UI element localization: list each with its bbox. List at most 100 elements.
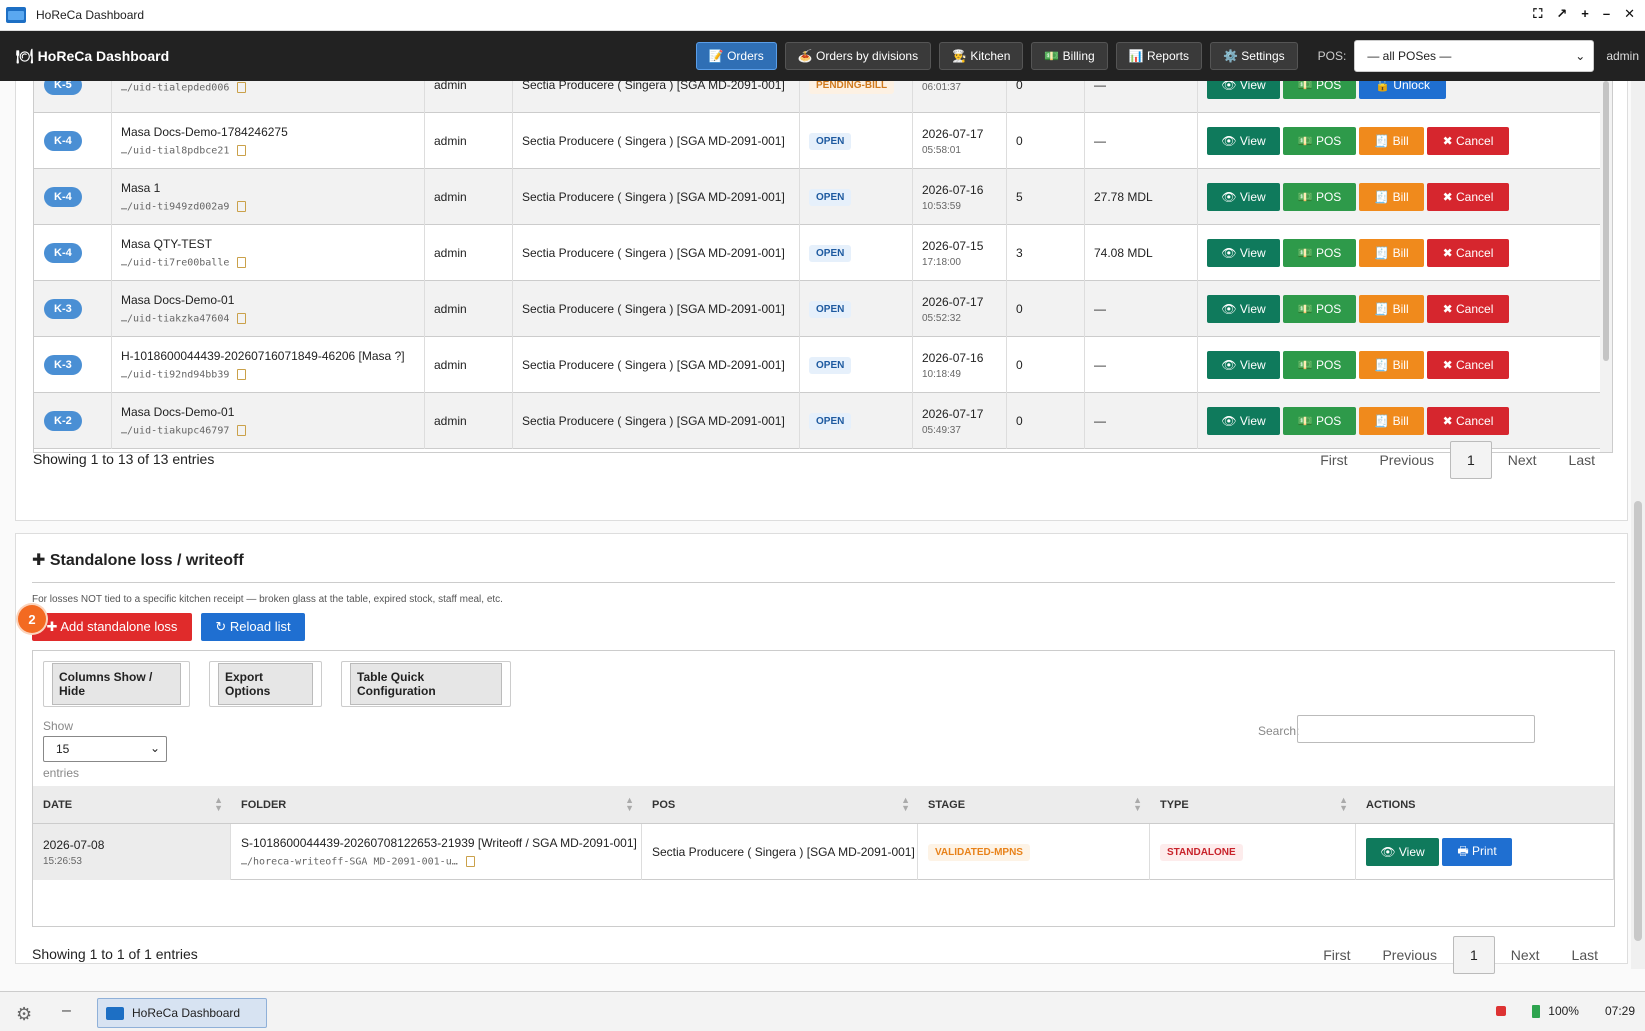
bill-button[interactable]: 🧾 Bill xyxy=(1359,183,1424,211)
copy-clipboard-icon[interactable] xyxy=(237,313,247,325)
view-button[interactable]: 👁 View xyxy=(1207,295,1280,323)
pos-button[interactable]: 💵 POS xyxy=(1283,351,1356,379)
scrollbar-thumb[interactable] xyxy=(1603,81,1609,361)
fullscreen-icon[interactable]: ⛶ xyxy=(1533,6,1542,22)
pos-button[interactable]: 💵 POS xyxy=(1283,81,1356,99)
cell-qty: 0 xyxy=(1007,113,1085,169)
bill-button[interactable]: 🧾 Bill xyxy=(1359,127,1424,155)
export-options-button[interactable]: Export Options xyxy=(218,663,313,705)
kitchen-badge: K-5 xyxy=(44,81,82,95)
header-type[interactable]: TYPE ▲ ▼ xyxy=(1150,786,1356,824)
search-input[interactable] xyxy=(1297,715,1535,743)
nav-settings[interactable]: ⚙️ Settings xyxy=(1209,42,1298,70)
unlock-button[interactable]: 🔓 Unlock xyxy=(1359,81,1446,99)
kitchen-badge: K-4 xyxy=(44,131,82,151)
pos-button[interactable]: 💵 POS xyxy=(1283,295,1356,323)
view-button[interactable]: 👁 View xyxy=(1207,351,1280,379)
view-button[interactable]: 👁 View xyxy=(1207,239,1280,267)
system-tray: 100% 07:29 xyxy=(1496,1004,1635,1019)
pos-button[interactable]: 💵 POS xyxy=(1283,127,1356,155)
table-row: K-4 Masa Docs-Demo-1784246275 …/uid-tial8p… xyxy=(34,113,1602,169)
pos-select[interactable]: — all POSes — ⌄ xyxy=(1354,40,1595,72)
view-button[interactable]: 👁 View xyxy=(1207,183,1280,211)
copy-clipboard-icon[interactable] xyxy=(237,145,247,157)
add-standalone-loss-button[interactable]: ✚ Add standalone loss xyxy=(32,613,192,641)
page-first[interactable]: First xyxy=(1304,441,1363,479)
window-titlebar: HoReCa Dashboard ⛶ ↗ + – ✕ xyxy=(0,0,1645,31)
page-1[interactable]: 1 xyxy=(1449,441,1492,479)
bill-button[interactable]: 🧾 Bill xyxy=(1359,295,1424,323)
cell-qty: 3 xyxy=(1007,225,1085,281)
copy-clipboard-icon[interactable] xyxy=(237,425,247,437)
page-previous[interactable]: Previous xyxy=(1363,441,1449,479)
nav-orders-by-divisions[interactable]: 🍝 Orders by divisions xyxy=(784,42,932,70)
show-label: Show xyxy=(43,719,74,733)
nav-billing[interactable]: 💵 Billing xyxy=(1031,42,1108,70)
nav-orders[interactable]: 📝 Orders xyxy=(695,42,777,70)
minimize-all-icon[interactable]: – xyxy=(62,1002,71,1020)
pos-button[interactable]: 💵 POS xyxy=(1283,407,1356,435)
page-length-select[interactable]: 15 ⌄ xyxy=(43,736,167,762)
header-pos[interactable]: POS ▲ ▼ xyxy=(642,786,918,824)
copy-clipboard-icon[interactable] xyxy=(237,201,247,213)
orders-entries-info: Showing 1 to 13 of 13 entries xyxy=(33,451,215,467)
cell-dt: 2026-07-17 05:58:01 xyxy=(913,113,1007,169)
minimize-icon[interactable]: – xyxy=(1603,6,1610,22)
orders-table-scrollbar[interactable] xyxy=(1600,81,1612,452)
page-last[interactable]: Last xyxy=(1553,441,1611,479)
view-button[interactable]: 👁 View xyxy=(1207,81,1280,99)
pos-button[interactable]: 💵 POS xyxy=(1283,183,1356,211)
table-quick-configuration-button[interactable]: Table Quick Configuration xyxy=(350,663,502,705)
table-row: K-5 …/uid-tialepded006 admin Sectia Produce… xyxy=(34,81,1602,113)
header-date[interactable]: DATE ▲ ▼ xyxy=(33,786,231,824)
taskbar-app-button[interactable]: HoReCa Dashboard xyxy=(97,998,267,1028)
cancel-button[interactable]: ✖ Cancel xyxy=(1427,295,1509,323)
copy-clipboard-icon[interactable] xyxy=(237,369,247,381)
copy-clipboard-icon[interactable] xyxy=(465,856,475,868)
scrollbar-thumb[interactable] xyxy=(1634,501,1642,941)
cancel-button[interactable]: ✖ Cancel xyxy=(1427,239,1509,267)
order-folder-name: Masa Docs-Demo-01 xyxy=(121,293,235,308)
cancel-button[interactable]: ✖ Cancel xyxy=(1427,127,1509,155)
view-button[interactable]: 👁 View xyxy=(1207,407,1280,435)
cell-qty: 0 xyxy=(1007,337,1085,393)
bill-button[interactable]: 🧾 Bill xyxy=(1359,351,1424,379)
view-button[interactable]: 👁 View xyxy=(1366,838,1439,866)
reload-list-button[interactable]: ↻ Reload list xyxy=(201,613,305,641)
battery-indicator[interactable]: 100% xyxy=(1532,1004,1579,1019)
copy-clipboard-icon[interactable] xyxy=(237,257,247,269)
page-last[interactable]: Last xyxy=(1556,936,1614,974)
order-user: admin xyxy=(434,302,467,316)
gear-icon[interactable]: ⚙ xyxy=(16,1004,32,1025)
page-next[interactable]: Next xyxy=(1492,441,1553,479)
cancel-button[interactable]: ✖ Cancel xyxy=(1427,183,1509,211)
bill-button[interactable]: 🧾 Bill xyxy=(1359,239,1424,267)
close-icon[interactable]: ✕ xyxy=(1624,6,1635,22)
kitchen-badge: K-2 xyxy=(44,411,82,431)
nav-reports[interactable]: 📊 Reports xyxy=(1115,42,1202,70)
cancel-button[interactable]: ✖ Cancel xyxy=(1427,351,1509,379)
nav-kitchen[interactable]: 👨‍🍳 Kitchen xyxy=(939,42,1024,70)
page-first[interactable]: First xyxy=(1307,936,1366,974)
bill-button[interactable]: 🧾 Bill xyxy=(1359,407,1424,435)
network-status-icon[interactable] xyxy=(1496,1006,1507,1017)
standalone-loss-card: ✚ Standalone loss / writeoff For losses … xyxy=(15,533,1628,974)
cancel-button[interactable]: ✖ Cancel xyxy=(1427,407,1509,435)
header-folder[interactable]: FOLDER ▲ ▼ xyxy=(231,786,642,824)
cell-pos: Sectia Producere ( Singera ) [SGA MD-209… xyxy=(513,225,800,281)
pos-button[interactable]: 💵 POS xyxy=(1283,239,1356,267)
maximize-icon[interactable]: + xyxy=(1581,6,1589,22)
print-button[interactable]: 🖶 Print xyxy=(1442,838,1512,866)
page-previous[interactable]: Previous xyxy=(1366,936,1452,974)
header-stage[interactable]: STAGE ▲ ▼ xyxy=(918,786,1150,824)
copy-clipboard-icon[interactable] xyxy=(237,82,247,94)
view-button[interactable]: 👁 View xyxy=(1207,127,1280,155)
header-folder-label: FOLDER xyxy=(241,799,287,811)
restore-icon[interactable]: ↗ xyxy=(1556,6,1567,22)
columns-show-hide-button[interactable]: Columns Show / Hide xyxy=(52,663,181,705)
page-next[interactable]: Next xyxy=(1495,936,1556,974)
order-time: 10:53:59 xyxy=(922,200,961,212)
brand-title[interactable]: 🍽 HoReCa Dashboard xyxy=(16,48,169,65)
page-1[interactable]: 1 xyxy=(1452,936,1495,974)
page-scrollbar[interactable] xyxy=(1631,81,1645,969)
